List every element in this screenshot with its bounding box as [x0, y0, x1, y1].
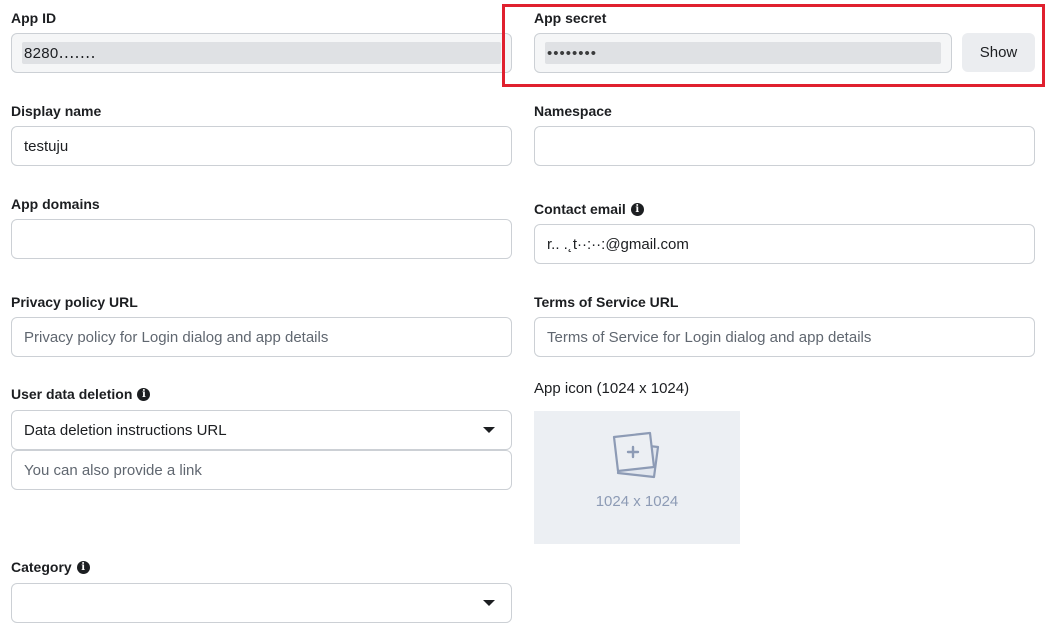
category-select[interactable] [11, 583, 512, 623]
user-data-deletion-select[interactable]: Data deletion instructions URL [11, 410, 512, 450]
terms-of-service-label: Terms of Service URL [534, 294, 679, 310]
namespace-label: Namespace [534, 103, 612, 119]
display-name-input[interactable]: testuju [11, 126, 512, 166]
app-domains-input[interactable] [11, 219, 512, 259]
terms-of-service-input[interactable]: Terms of Service for Login dialog and ap… [534, 317, 1035, 357]
contact-email-input[interactable]: r.. .˛t··:··:@gmail.com [534, 224, 1035, 264]
info-icon[interactable]: i [137, 387, 151, 401]
user-data-deletion-label: User data deletion i [11, 386, 151, 402]
privacy-policy-input[interactable]: Privacy policy for Login dialog and app … [11, 317, 512, 357]
app-icon-upload[interactable]: 1024 x 1024 [534, 411, 740, 544]
user-data-deletion-link-placeholder: You can also provide a link [24, 461, 202, 479]
app-domains-label: App domains [11, 196, 100, 212]
category-label: Category i [11, 559, 90, 575]
user-data-deletion-selected: Data deletion instructions URL [24, 421, 227, 439]
caret-down-icon [483, 427, 495, 433]
privacy-policy-label: Privacy policy URL [11, 294, 138, 310]
info-icon[interactable]: i [76, 560, 90, 574]
image-add-icon [612, 431, 660, 479]
display-name-value: testuju [24, 137, 69, 155]
app-icon-size-text: 1024 x 1024 [595, 493, 679, 510]
app-icon-label: App icon (1024 x 1024) [534, 380, 690, 397]
privacy-policy-placeholder: Privacy policy for Login dialog and app … [24, 328, 329, 346]
caret-down-icon [483, 600, 495, 606]
app-id-value: 8280․․․․․․․ [24, 45, 96, 62]
display-name-label: Display name [11, 103, 102, 119]
terms-of-service-placeholder: Terms of Service for Login dialog and ap… [547, 328, 872, 346]
app-id-label: App ID [11, 10, 57, 26]
contact-email-value: r.. .˛t··:··:@gmail.com [547, 235, 689, 253]
namespace-input[interactable] [534, 126, 1035, 166]
app-id-field[interactable]: 8280․․․․․․․ [11, 33, 512, 73]
contact-email-label: Contact email i [534, 201, 644, 217]
user-data-deletion-link-input[interactable]: You can also provide a link [11, 450, 512, 490]
app-secret-value: •••••••• [547, 44, 598, 62]
info-icon[interactable]: i [630, 202, 644, 216]
